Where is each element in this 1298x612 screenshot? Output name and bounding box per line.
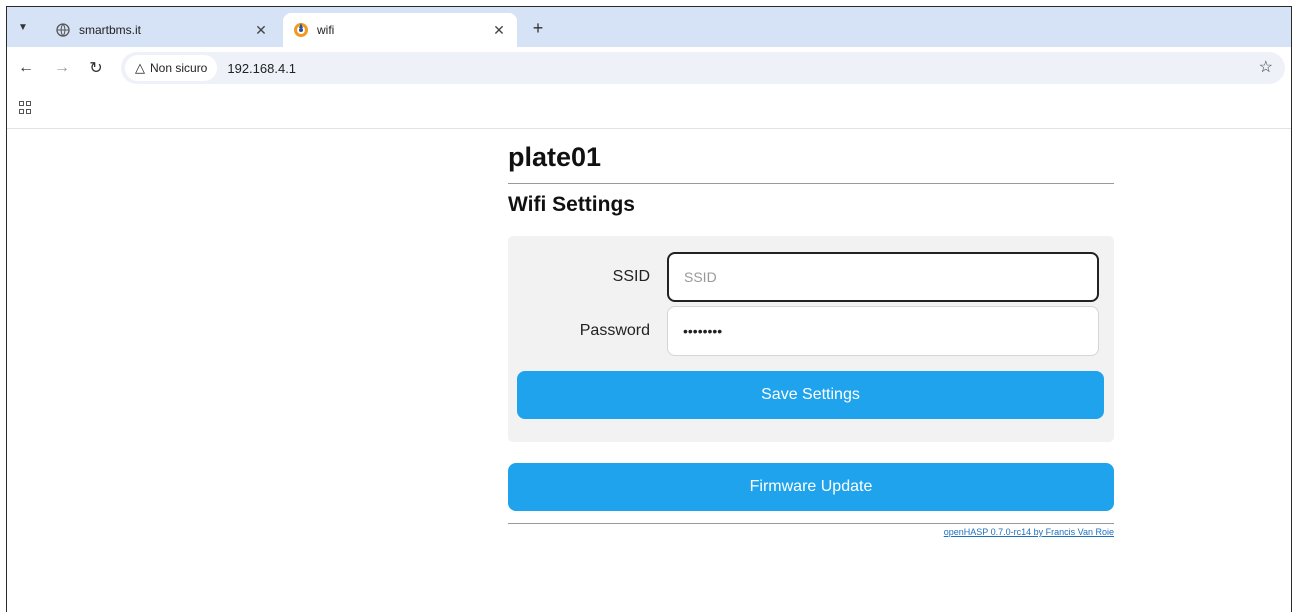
tab-search-chevron-icon[interactable]: ▼ [11, 15, 35, 39]
browser-toolbar: ← → ↻ △ Non sicuro 192.168.4.1 ☆ [7, 47, 1291, 89]
page-title: plate01 [508, 142, 602, 172]
save-settings-button[interactable]: Save Settings [517, 371, 1104, 419]
tab-wifi[interactable]: wifi ✕ [283, 13, 517, 47]
reload-icon[interactable]: ↻ [85, 57, 107, 79]
divider [508, 183, 1114, 184]
tab-title: smartbms.it [79, 23, 142, 37]
tab-smartbms[interactable]: smartbms.it ✕ [45, 13, 279, 47]
firmware-update-button[interactable]: Firmware Update [508, 463, 1114, 511]
close-icon[interactable]: ✕ [489, 20, 509, 40]
bookmarks-bar [7, 89, 1291, 129]
wifi-settings-form: SSID Password Save Settings [508, 236, 1114, 442]
password-input[interactable] [667, 306, 1099, 356]
close-icon[interactable]: ✕ [251, 20, 271, 40]
bookmark-star-icon[interactable]: ☆ [1259, 57, 1273, 77]
new-tab-plus-icon[interactable]: + [527, 17, 549, 39]
section-title: Wifi Settings [508, 193, 635, 216]
tab-strip: ▼ smartbms.it ✕ wifi ✕ + [7, 7, 1291, 47]
security-chip[interactable]: △ Non sicuro [125, 55, 218, 81]
security-label: Non sicuro [150, 61, 208, 75]
url-text[interactable]: 192.168.4.1 [227, 61, 296, 76]
browser-window: ▼ smartbms.it ✕ wifi ✕ + ← → ↻ △ Non sic… [6, 6, 1292, 612]
apps-grid-icon[interactable] [19, 101, 33, 115]
warning-triangle-icon: △ [135, 60, 145, 75]
ssid-row: SSID [508, 252, 1114, 302]
openhasp-page: plate01 Wifi Settings SSID Password Save… [508, 129, 1114, 537]
ssid-input[interactable] [667, 252, 1099, 302]
back-arrow-icon[interactable]: ← [15, 57, 37, 79]
page-content: plate01 Wifi Settings SSID Password Save… [7, 129, 1291, 612]
globe-icon [55, 22, 71, 38]
password-row: Password [508, 306, 1114, 356]
openhasp-favicon-icon [293, 22, 309, 38]
password-label: Password [579, 322, 650, 339]
ssid-label: SSID [612, 268, 650, 285]
tab-title: wifi [317, 23, 335, 37]
footer-link[interactable]: openHASP 0.7.0-rc14 by Francis Van Roie [944, 527, 1114, 537]
address-bar[interactable]: △ Non sicuro 192.168.4.1 ☆ [121, 52, 1285, 84]
divider [508, 523, 1114, 524]
forward-arrow-icon[interactable]: → [51, 57, 73, 79]
